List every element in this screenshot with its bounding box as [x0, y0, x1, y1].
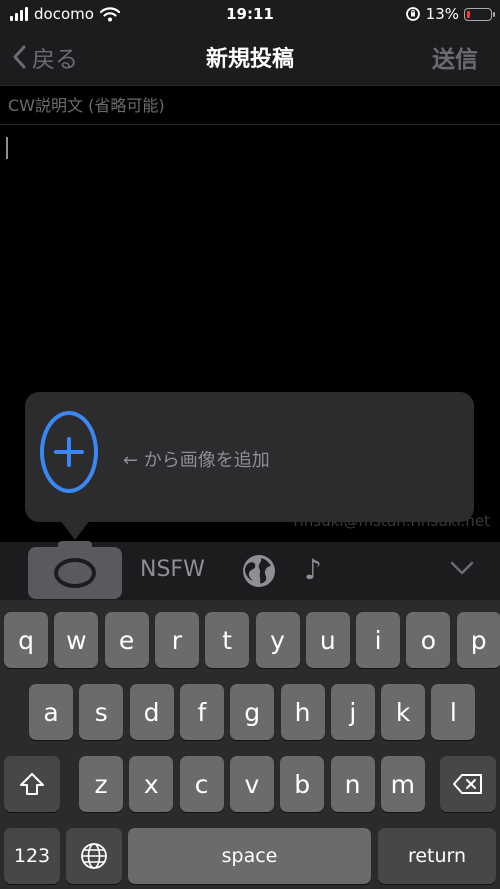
- key-t[interactable]: t: [205, 612, 250, 668]
- page-title: 新規投稿: [205, 47, 294, 72]
- compose-screen: docomo 19:11 13% 戻る 新規投稿 送信 CW説明文 (省略可能)…: [0, 0, 500, 889]
- numbers-key[interactable]: 123: [4, 828, 60, 884]
- music-note-icon[interactable]: ♪: [304, 553, 322, 586]
- shift-key[interactable]: [4, 756, 60, 812]
- key-u[interactable]: u: [305, 612, 350, 668]
- key-x[interactable]: x: [129, 756, 174, 812]
- add-circle-icon: [40, 411, 98, 493]
- add-image-tooltip: ← から画像を追加: [25, 392, 474, 522]
- space-key[interactable]: space: [128, 828, 371, 884]
- key-v[interactable]: v: [229, 756, 274, 812]
- key-z[interactable]: z: [79, 756, 123, 812]
- key-j[interactable]: j: [330, 684, 375, 740]
- key-p[interactable]: p: [456, 612, 500, 668]
- battery-icon: [464, 7, 495, 21]
- status-bar: docomo 19:11 13%: [0, 0, 500, 30]
- send-button[interactable]: 送信: [432, 40, 478, 74]
- nsfw-toggle[interactable]: NSFW: [140, 557, 205, 582]
- key-d[interactable]: d: [129, 684, 174, 740]
- tooltip-text: ← から画像を追加: [123, 450, 270, 471]
- key-b[interactable]: b: [280, 756, 325, 812]
- key-r[interactable]: r: [154, 612, 199, 668]
- tooltip-arrow: [60, 520, 90, 540]
- key-l[interactable]: l: [431, 684, 476, 740]
- key-o[interactable]: o: [406, 612, 451, 668]
- key-m[interactable]: m: [380, 756, 425, 812]
- key-g[interactable]: g: [230, 684, 275, 740]
- key-f[interactable]: f: [179, 684, 224, 740]
- key-n[interactable]: n: [330, 756, 375, 812]
- navigation-bar: 戻る 新規投稿 送信: [0, 30, 500, 86]
- key-q[interactable]: q: [4, 612, 48, 668]
- compose-toolbar: NSFW ♪: [0, 541, 500, 600]
- battery-percent: 13%: [425, 5, 459, 23]
- language-key[interactable]: [66, 828, 122, 884]
- key-y[interactable]: y: [255, 612, 300, 668]
- camera-icon: [54, 558, 96, 588]
- text-cursor: [6, 137, 8, 159]
- camera-button[interactable]: [28, 541, 122, 599]
- key-i[interactable]: i: [356, 612, 401, 668]
- return-key[interactable]: return: [378, 828, 496, 884]
- shift-icon: [20, 773, 44, 795]
- globe-icon: [81, 843, 107, 869]
- chevron-down-icon[interactable]: [450, 559, 474, 577]
- cw-field-container: [0, 86, 500, 125]
- key-h[interactable]: h: [280, 684, 325, 740]
- key-w[interactable]: w: [54, 612, 99, 668]
- globe-icon[interactable]: [241, 553, 277, 589]
- key-a[interactable]: a: [29, 684, 73, 740]
- key-k[interactable]: k: [381, 684, 426, 740]
- keyboard: 123 space return qwertyuiop asdfghjkl zxcv…: [0, 600, 500, 889]
- cw-input[interactable]: [0, 86, 500, 124]
- delete-key[interactable]: [440, 756, 496, 812]
- key-c[interactable]: c: [179, 756, 224, 812]
- key-e[interactable]: e: [104, 612, 149, 668]
- orientation-lock-icon: [405, 7, 420, 21]
- delete-icon: [453, 774, 482, 794]
- key-s[interactable]: s: [79, 684, 124, 740]
